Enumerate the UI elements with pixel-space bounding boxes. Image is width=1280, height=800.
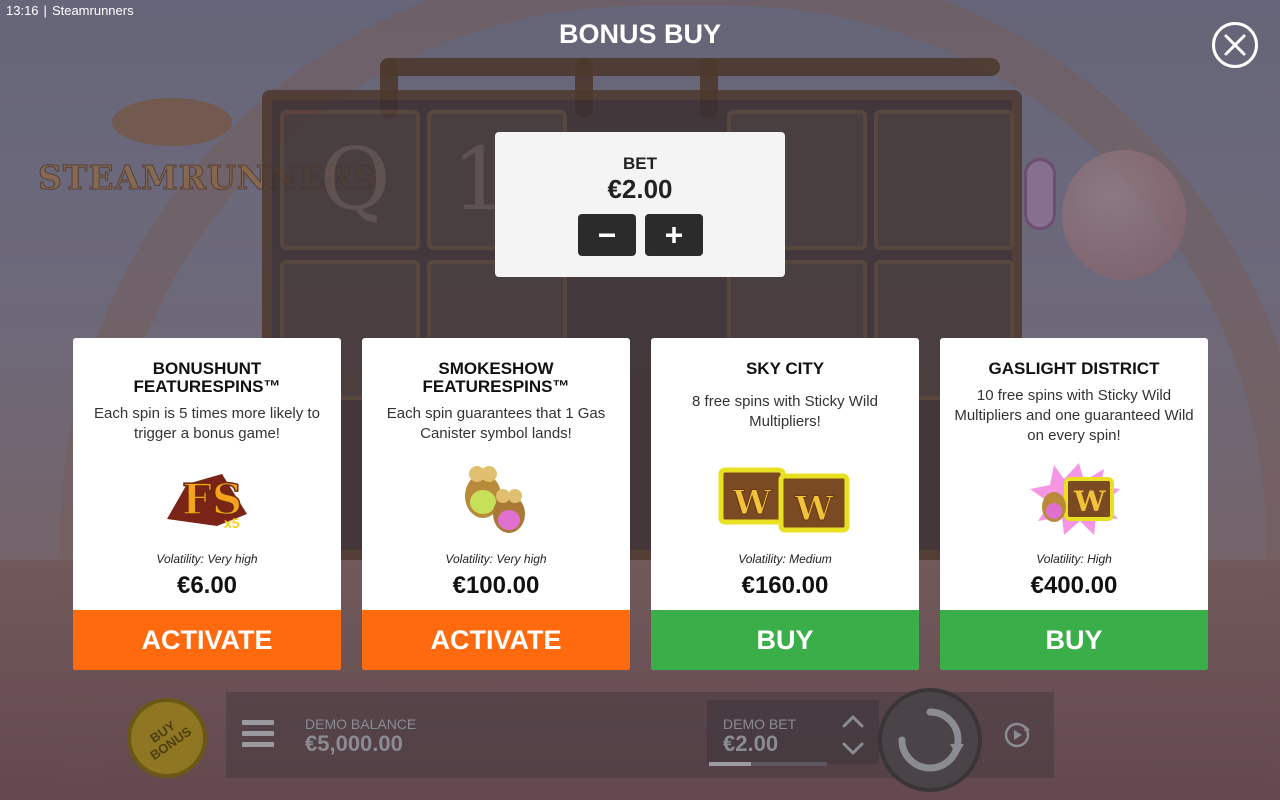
svg-text:W: W xyxy=(794,489,834,529)
chevron-up-icon[interactable] xyxy=(840,712,866,730)
svg-text:W: W xyxy=(732,483,772,523)
hamburger-menu-icon[interactable] xyxy=(242,720,274,748)
bonus-card-smokeshow: SMOKESHOW FEATURESPINS™ Each spin guaran… xyxy=(362,338,630,670)
card-price: €6.00 xyxy=(176,572,238,599)
card-title: BONUSHUNT FEATURESPINS™ xyxy=(133,359,281,396)
svg-text:W: W xyxy=(1073,485,1106,518)
decrease-bet-button[interactable] xyxy=(577,214,636,256)
bonus-card-sky-city: SKY CITY 8 free spins with Sticky Wild M… xyxy=(651,338,919,670)
plus-icon xyxy=(665,227,682,243)
bonus-cards: BONUSHUNT FEATURESPINS™ Each spin is 5 t… xyxy=(73,338,1208,670)
gas-canister-icon xyxy=(362,456,630,542)
balance-value: €5,000.00 xyxy=(305,731,403,756)
card-volatility: Volatility: Very high xyxy=(156,552,258,566)
autoplay-icon[interactable] xyxy=(1000,718,1034,752)
wild-chests-icon: W W xyxy=(651,456,919,542)
bet-level-bar xyxy=(709,762,827,766)
chevron-down-icon[interactable] xyxy=(840,740,866,758)
demo-bet-value: €2.00 xyxy=(723,731,779,756)
spin-button[interactable] xyxy=(878,688,982,792)
svg-text:x5: x5 xyxy=(224,515,240,531)
demo-bet-label: DEMO BET xyxy=(723,716,797,732)
buy-button[interactable]: BUY xyxy=(940,610,1208,670)
close-icon xyxy=(1224,34,1246,56)
bet-label: BET xyxy=(623,154,657,173)
card-price: €100.00 xyxy=(452,572,540,599)
card-volatility: Volatility: High xyxy=(1036,552,1112,566)
status-app-name: Steamrunners xyxy=(51,3,134,18)
card-volatility: Volatility: Medium xyxy=(738,552,832,566)
bonus-card-gaslight-district: GASLIGHT DISTRICT 10 free spins with Sti… xyxy=(940,338,1208,670)
minus-icon xyxy=(598,233,615,237)
card-volatility: Volatility: Very high xyxy=(445,552,547,566)
gaslight-wild-icon: W xyxy=(940,456,1208,542)
card-price: €400.00 xyxy=(1030,572,1118,599)
status-bar: 13:16 | Steamrunners xyxy=(6,3,134,18)
card-title: SKY CITY xyxy=(745,359,825,378)
card-description: 8 free spins with Sticky Wild Multiplier… xyxy=(692,393,878,430)
activate-button[interactable]: ACTIVATE xyxy=(362,610,630,670)
page-title: BONUS BUY xyxy=(558,19,721,49)
buy-bonus-label: BUY BONUS xyxy=(147,717,195,763)
close-button[interactable] xyxy=(1212,22,1258,68)
buy-button[interactable]: BUY xyxy=(651,610,919,670)
status-time: 13:16 xyxy=(6,3,39,18)
spin-icon xyxy=(898,708,964,772)
card-title: GASLIGHT DISTRICT xyxy=(988,359,1160,378)
buy-bonus-button[interactable]: BUY BONUS xyxy=(127,698,207,778)
bonus-card-bonushunt: BONUSHUNT FEATURESPINS™ Each spin is 5 t… xyxy=(73,338,341,670)
card-description: Each spin is 5 times more likely to trig… xyxy=(94,405,320,442)
bet-panel: BET €2.00 xyxy=(495,132,785,277)
card-price: €160.00 xyxy=(741,572,829,599)
activate-button[interactable]: ACTIVATE xyxy=(73,610,341,670)
card-description: 10 free spins with Sticky Wild Multiplie… xyxy=(954,387,1194,444)
card-description: Each spin guarantees that 1 Gas Canister… xyxy=(386,405,606,442)
card-title: SMOKESHOW FEATURESPINS™ xyxy=(422,359,570,396)
bet-value: €2.00 xyxy=(607,174,673,204)
balance-label: DEMO BALANCE xyxy=(305,716,417,732)
increase-bet-button[interactable] xyxy=(644,214,703,256)
fs-x5-icon: FS x5 xyxy=(73,456,341,542)
